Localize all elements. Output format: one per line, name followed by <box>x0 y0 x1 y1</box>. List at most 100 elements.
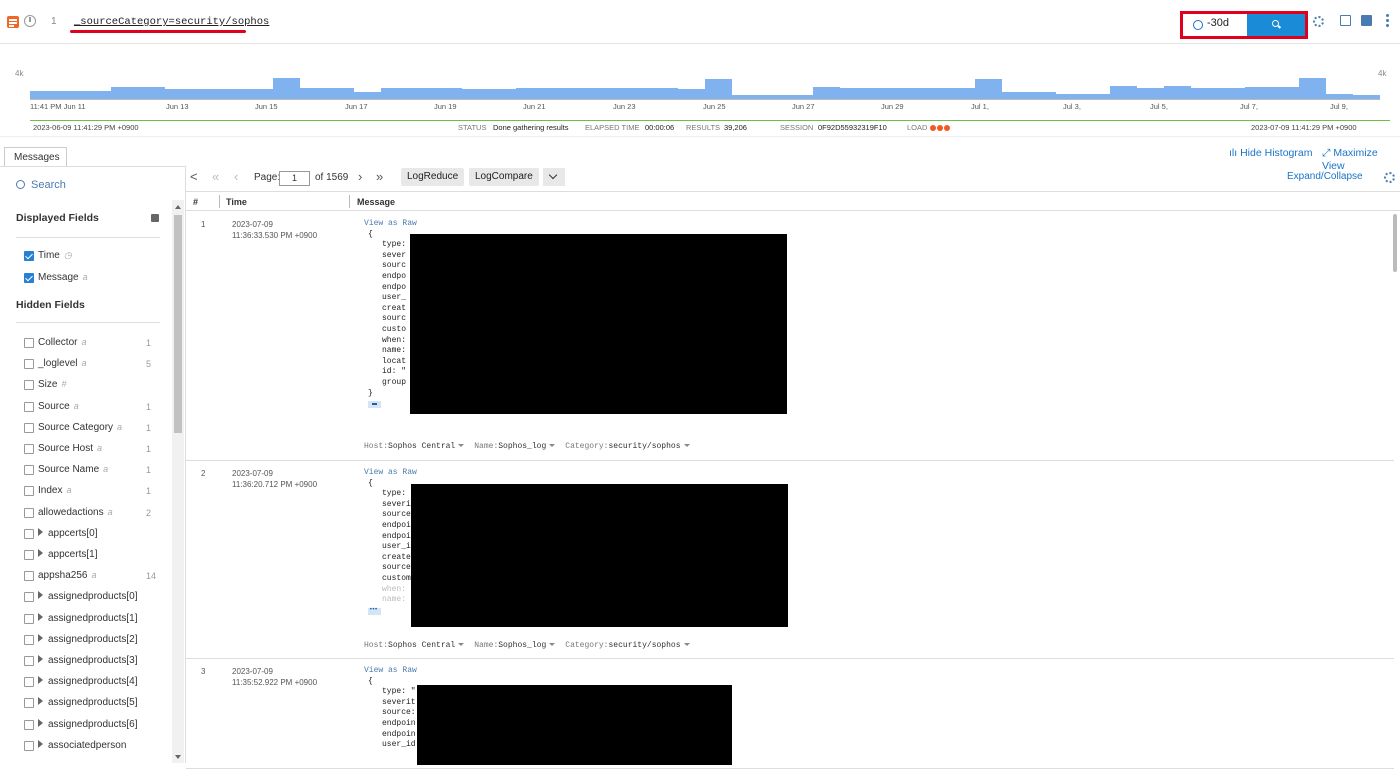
expand-triangle-icon[interactable] <box>38 549 43 557</box>
time-range-value[interactable]: -30d <box>1207 17 1229 29</box>
histogram-bar[interactable] <box>705 79 732 99</box>
histogram-bar[interactable] <box>1137 88 1164 99</box>
column-separator[interactable] <box>219 195 220 208</box>
metadata-value[interactable]: security/sophos <box>608 641 680 650</box>
histogram-bar[interactable] <box>894 88 921 99</box>
field-checkbox[interactable] <box>24 380 34 391</box>
field-item[interactable]: appcerts[0] <box>24 527 164 544</box>
metadata-value[interactable]: Sophos_log <box>498 641 546 650</box>
histogram-bar[interactable] <box>30 91 57 99</box>
search-app-icon[interactable] <box>7 16 19 28</box>
chevron-down-icon[interactable] <box>543 168 565 186</box>
column-header-time[interactable]: Time <box>226 197 247 207</box>
field-item[interactable]: appsha256 a 14 <box>24 570 164 586</box>
histogram-bar[interactable] <box>381 88 408 99</box>
message-row[interactable]: 1 2023-07-09 11:36:33.530 PM +0900 View as … <box>186 212 1394 461</box>
field-item[interactable]: assignedproducts[2] <box>24 633 164 650</box>
expand-triangle-icon[interactable] <box>38 718 43 727</box>
field-checkbox[interactable] <box>24 444 34 454</box>
field-item[interactable]: Collector a 1 <box>24 337 164 353</box>
histogram-bar[interactable] <box>867 88 894 99</box>
histogram-bar[interactable] <box>1299 78 1326 99</box>
field-item[interactable]: Message a <box>24 272 164 288</box>
histogram-bar[interactable] <box>813 86 840 99</box>
search-button[interactable] <box>1247 14 1305 36</box>
field-item[interactable]: allowedactions a 2 <box>24 507 164 523</box>
metadata-value[interactable]: security/sophos <box>608 442 680 451</box>
gear-icon[interactable] <box>1384 172 1395 183</box>
caret-down-icon[interactable] <box>683 444 690 447</box>
field-checkbox[interactable] <box>24 592 34 603</box>
sidebar-scrollbar[interactable] <box>172 200 184 763</box>
time-range-picker[interactable]: -30d <box>1180 11 1308 39</box>
collapse-panel-icon[interactable]: < <box>190 169 198 184</box>
histogram-bar[interactable] <box>516 88 543 99</box>
field-item[interactable]: Time ◷ <box>24 250 164 266</box>
histogram-bar[interactable] <box>219 89 246 99</box>
histogram-bar[interactable] <box>165 89 192 99</box>
scrollbar-thumb[interactable] <box>174 215 182 433</box>
expand-triangle-icon[interactable] <box>38 527 43 536</box>
metadata-value[interactable]: Sophos_log <box>498 442 546 451</box>
more-icon[interactable] <box>1386 14 1389 28</box>
histogram-bar[interactable] <box>435 88 462 99</box>
field-item[interactable]: Source Host a 1 <box>24 443 164 459</box>
messages-scrollbar[interactable] <box>1392 211 1400 763</box>
view-as-raw-link[interactable]: View as Raw <box>364 468 417 477</box>
field-item[interactable]: assignedproducts[6] <box>24 718 164 735</box>
expand-triangle-icon[interactable] <box>38 697 43 706</box>
scroll-up-icon[interactable] <box>175 205 181 209</box>
histogram-bar[interactable] <box>651 88 678 99</box>
view-as-raw-link[interactable]: View as Raw <box>364 666 417 675</box>
logcompare-button[interactable]: LogCompare <box>469 168 539 186</box>
field-checkbox[interactable] <box>24 656 34 666</box>
field-item[interactable]: assignedproducts[0] <box>24 591 164 607</box>
field-item[interactable]: _loglevel a 5 <box>24 358 164 374</box>
histogram-bar[interactable] <box>1164 85 1191 99</box>
field-checkbox[interactable] <box>24 719 34 730</box>
histogram-bar[interactable] <box>543 88 570 99</box>
histogram-bar[interactable] <box>273 78 300 99</box>
tab-messages[interactable]: Messages <box>4 147 67 167</box>
histogram-bar[interactable] <box>678 89 705 99</box>
field-checkbox[interactable] <box>24 338 34 348</box>
field-checkbox[interactable] <box>24 550 34 560</box>
field-checkbox[interactable] <box>24 634 34 645</box>
field-checkbox[interactable] <box>24 740 34 751</box>
metadata-value[interactable]: Sophos Central <box>388 442 455 451</box>
field-item[interactable]: Index a 1 <box>24 485 164 501</box>
histogram-bar[interactable] <box>84 91 111 99</box>
caret-down-icon[interactable] <box>458 444 465 447</box>
caret-down-icon[interactable] <box>549 643 556 646</box>
first-page-icon[interactable]: « <box>212 169 219 184</box>
field-checkbox[interactable] <box>24 677 34 688</box>
column-separator[interactable] <box>349 195 350 208</box>
view-as-raw-link[interactable]: View as Raw <box>364 219 417 228</box>
field-item[interactable]: assignedproducts[4] <box>24 676 164 692</box>
histogram-bar[interactable] <box>111 86 138 99</box>
field-item[interactable]: Source Name a 1 <box>24 464 164 480</box>
field-checkbox[interactable] <box>24 359 34 370</box>
histogram-bar[interactable] <box>1245 86 1272 99</box>
field-checkbox[interactable] <box>24 273 34 283</box>
histogram-bar[interactable] <box>1002 92 1029 99</box>
histogram-bar[interactable] <box>462 89 489 99</box>
histogram-bar[interactable] <box>327 88 354 99</box>
histogram-bar[interactable] <box>1029 92 1056 99</box>
histogram-bar[interactable] <box>948 88 975 99</box>
field-item[interactable]: assignedproducts[1] <box>24 612 164 629</box>
expand-ellipsis-icon[interactable] <box>368 605 381 615</box>
field-item[interactable]: Size # <box>24 379 164 395</box>
histogram-bar[interactable] <box>192 89 219 99</box>
expand-collapse-link[interactable]: Expand/Collapse <box>1287 171 1363 182</box>
expand-triangle-icon[interactable] <box>38 633 43 642</box>
expand-triangle-icon[interactable] <box>38 612 43 621</box>
field-checkbox[interactable] <box>24 698 34 709</box>
scroll-down-icon[interactable] <box>175 755 181 759</box>
collapse-icon[interactable] <box>368 401 381 409</box>
last-page-icon[interactable]: » <box>376 169 383 184</box>
histogram-bar[interactable] <box>624 88 651 99</box>
save-icon[interactable] <box>1361 15 1372 26</box>
message-row[interactable]: 2 2023-07-09 11:36:20.712 PM +0900 View as … <box>186 461 1394 659</box>
expand-triangle-icon[interactable] <box>38 591 43 600</box>
